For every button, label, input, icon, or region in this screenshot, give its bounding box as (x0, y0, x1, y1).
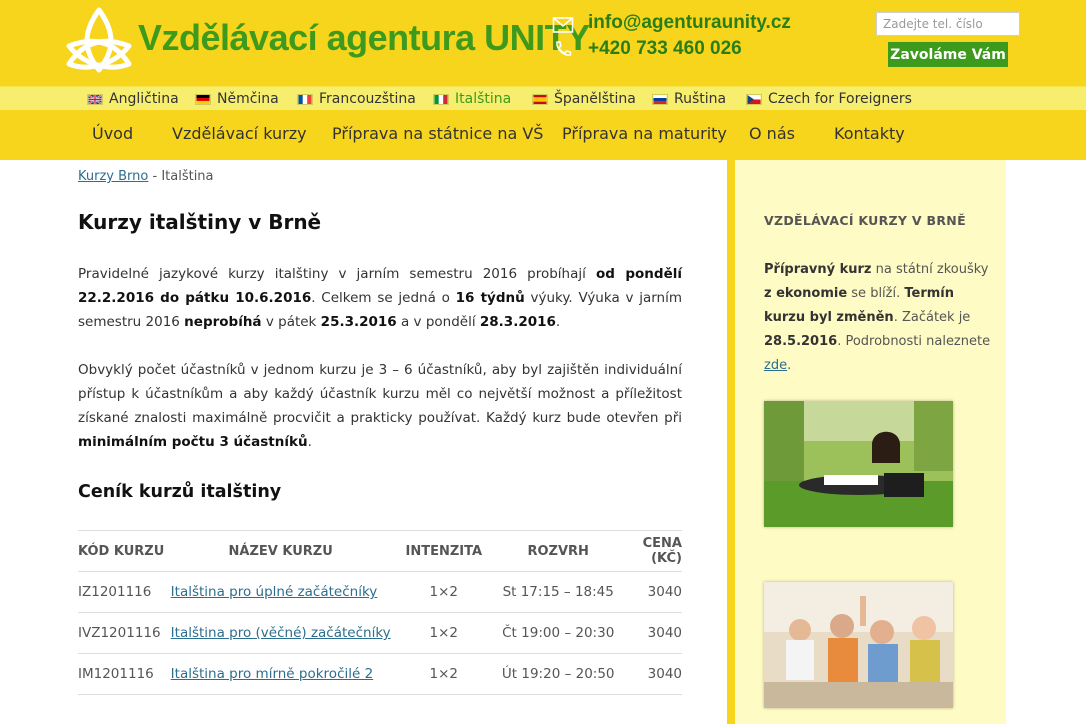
course-code: IVZ1201116 (78, 612, 171, 654)
course-intensity: 1×2 (390, 612, 497, 654)
france-flag-icon (297, 93, 313, 105)
col-header-code: KÓD KURZU (78, 530, 171, 572)
lang-item-spanish[interactable]: Španělština (532, 89, 636, 109)
uk-flag-icon (87, 93, 103, 105)
nav-item-vzdelavaci-kurzy[interactable]: Vzdělávací kurzy (172, 124, 307, 143)
lang-item-german[interactable]: Němčina (195, 89, 279, 109)
site-title[interactable]: Vzdělávací agentura UNITY (138, 16, 590, 60)
course-price: 3040 (619, 571, 682, 613)
nav-item-uvod[interactable]: Úvod (92, 124, 133, 143)
course-schedule: St 17:15 – 18:45 (496, 571, 620, 613)
sidebar-details-link[interactable]: zde (764, 358, 787, 373)
nav-item-statnice[interactable]: Příprava na státnice na VŠ (332, 124, 543, 143)
breadcrumb-separator: - (148, 169, 162, 184)
col-header-price: CENA (KČ) (619, 530, 682, 572)
students-group-photo[interactable] (764, 582, 953, 708)
course-schedule: Čt 19:00 – 20:30 (496, 612, 620, 654)
table-row: IZ1201116 Italština pro úplné začátečník… (78, 571, 682, 613)
course-name-link[interactable]: Italština pro (věčné) začátečníky (171, 625, 391, 641)
breadcrumb-current: Italština (161, 169, 214, 184)
italy-flag-icon (433, 93, 449, 105)
russia-flag-icon (652, 93, 668, 105)
course-price: 3040 (619, 653, 682, 695)
table-row: IVZ1201116 Italština pro (věčné) začáteč… (78, 612, 682, 654)
breadcrumb-link-kurzy-brno[interactable]: Kurzy Brno (78, 169, 148, 184)
contact-email-link[interactable]: info@agenturaunity.cz (588, 12, 791, 34)
lang-item-english[interactable]: Angličtina (87, 89, 179, 109)
sidebar-border (727, 160, 735, 724)
participants-info-paragraph: Obvyklý počet účastníků v jednom kurzu j… (78, 362, 682, 450)
lang-label: Italština (455, 91, 512, 107)
col-header-schedule: ROZVRH (496, 530, 620, 572)
price-table: KÓD KURZU NÁZEV KURZU INTENZITA ROZVRH C… (78, 530, 682, 695)
nav-item-o-nas[interactable]: O nás (749, 124, 795, 143)
course-name-link[interactable]: Italština pro mírně pokročilé 2 (171, 666, 374, 682)
course-intensity: 1×2 (390, 571, 497, 613)
lang-label: Francouzština (319, 91, 416, 107)
lang-label: Ruština (674, 91, 727, 107)
language-bar: Angličtina Němčina Francouzština Italšti… (0, 86, 1086, 110)
course-code: IZ1201116 (78, 571, 171, 613)
lang-label: Angličtina (109, 91, 179, 107)
contact-phone-link[interactable]: +420 733 460 026 (588, 38, 742, 60)
germany-flag-icon (195, 93, 211, 105)
page-title: Kurzy italštiny v Brně (78, 210, 322, 234)
sidebar-title: VZDĚLÁVACÍ KURZY V BRNĚ (764, 213, 966, 228)
main-navigation: Úvod Vzdělávací kurzy Příprava na státni… (0, 110, 1086, 160)
student-laptop-photo[interactable] (764, 401, 953, 527)
price-list-title: Ceník kurzů italštiny (78, 482, 282, 502)
phone-number-input[interactable] (876, 12, 1020, 36)
phone-icon (556, 41, 572, 56)
semester-info-paragraph: Pravidelné jazykové kurzy italštiny v ja… (78, 266, 682, 330)
col-header-intensity: INTENZITA (390, 530, 497, 572)
czech-flag-icon (746, 93, 762, 105)
lang-item-russian[interactable]: Ruština (652, 89, 726, 109)
nav-item-maturity[interactable]: Příprava na maturity (562, 124, 727, 143)
call-me-button[interactable]: Zavoláme Vám (888, 42, 1008, 67)
lang-item-french[interactable]: Francouzština (297, 89, 416, 109)
course-schedule: Út 19:20 – 20:50 (496, 653, 620, 695)
course-code: IM1201116 (78, 653, 171, 695)
spain-flag-icon (532, 93, 548, 105)
mail-icon (552, 17, 574, 33)
table-header-row: KÓD KURZU NÁZEV KURZU INTENZITA ROZVRH C… (78, 530, 682, 572)
col-header-name: NÁZEV KURZU (170, 530, 391, 572)
course-intensity: 1×2 (390, 653, 497, 695)
table-row: IM1201116 Italština pro mírně pokročilé … (78, 653, 682, 695)
nav-item-kontakty[interactable]: Kontakty (834, 124, 905, 143)
sidebar: VZDĚLÁVACÍ KURZY V BRNĚ Přípravný kurz n… (735, 160, 1006, 724)
sidebar-news-text: Přípravný kurz na státní zkoušky z ekono… (764, 262, 991, 373)
course-name-link[interactable]: Italština pro úplné začátečníky (171, 584, 378, 600)
lang-label: Czech for Foreigners (768, 91, 912, 107)
course-price: 3040 (619, 612, 682, 654)
lang-item-czech[interactable]: Czech for Foreigners (746, 89, 912, 109)
lang-label: Němčina (217, 91, 279, 107)
lang-item-italian[interactable]: Italština (433, 89, 511, 109)
lang-label: Španělština (554, 91, 636, 107)
triquetra-logo-icon[interactable] (63, 6, 135, 74)
breadcrumb: Kurzy Brno - Italština (78, 169, 214, 184)
site-header: Vzdělávací agentura UNITY info@agenturau… (0, 0, 1086, 86)
